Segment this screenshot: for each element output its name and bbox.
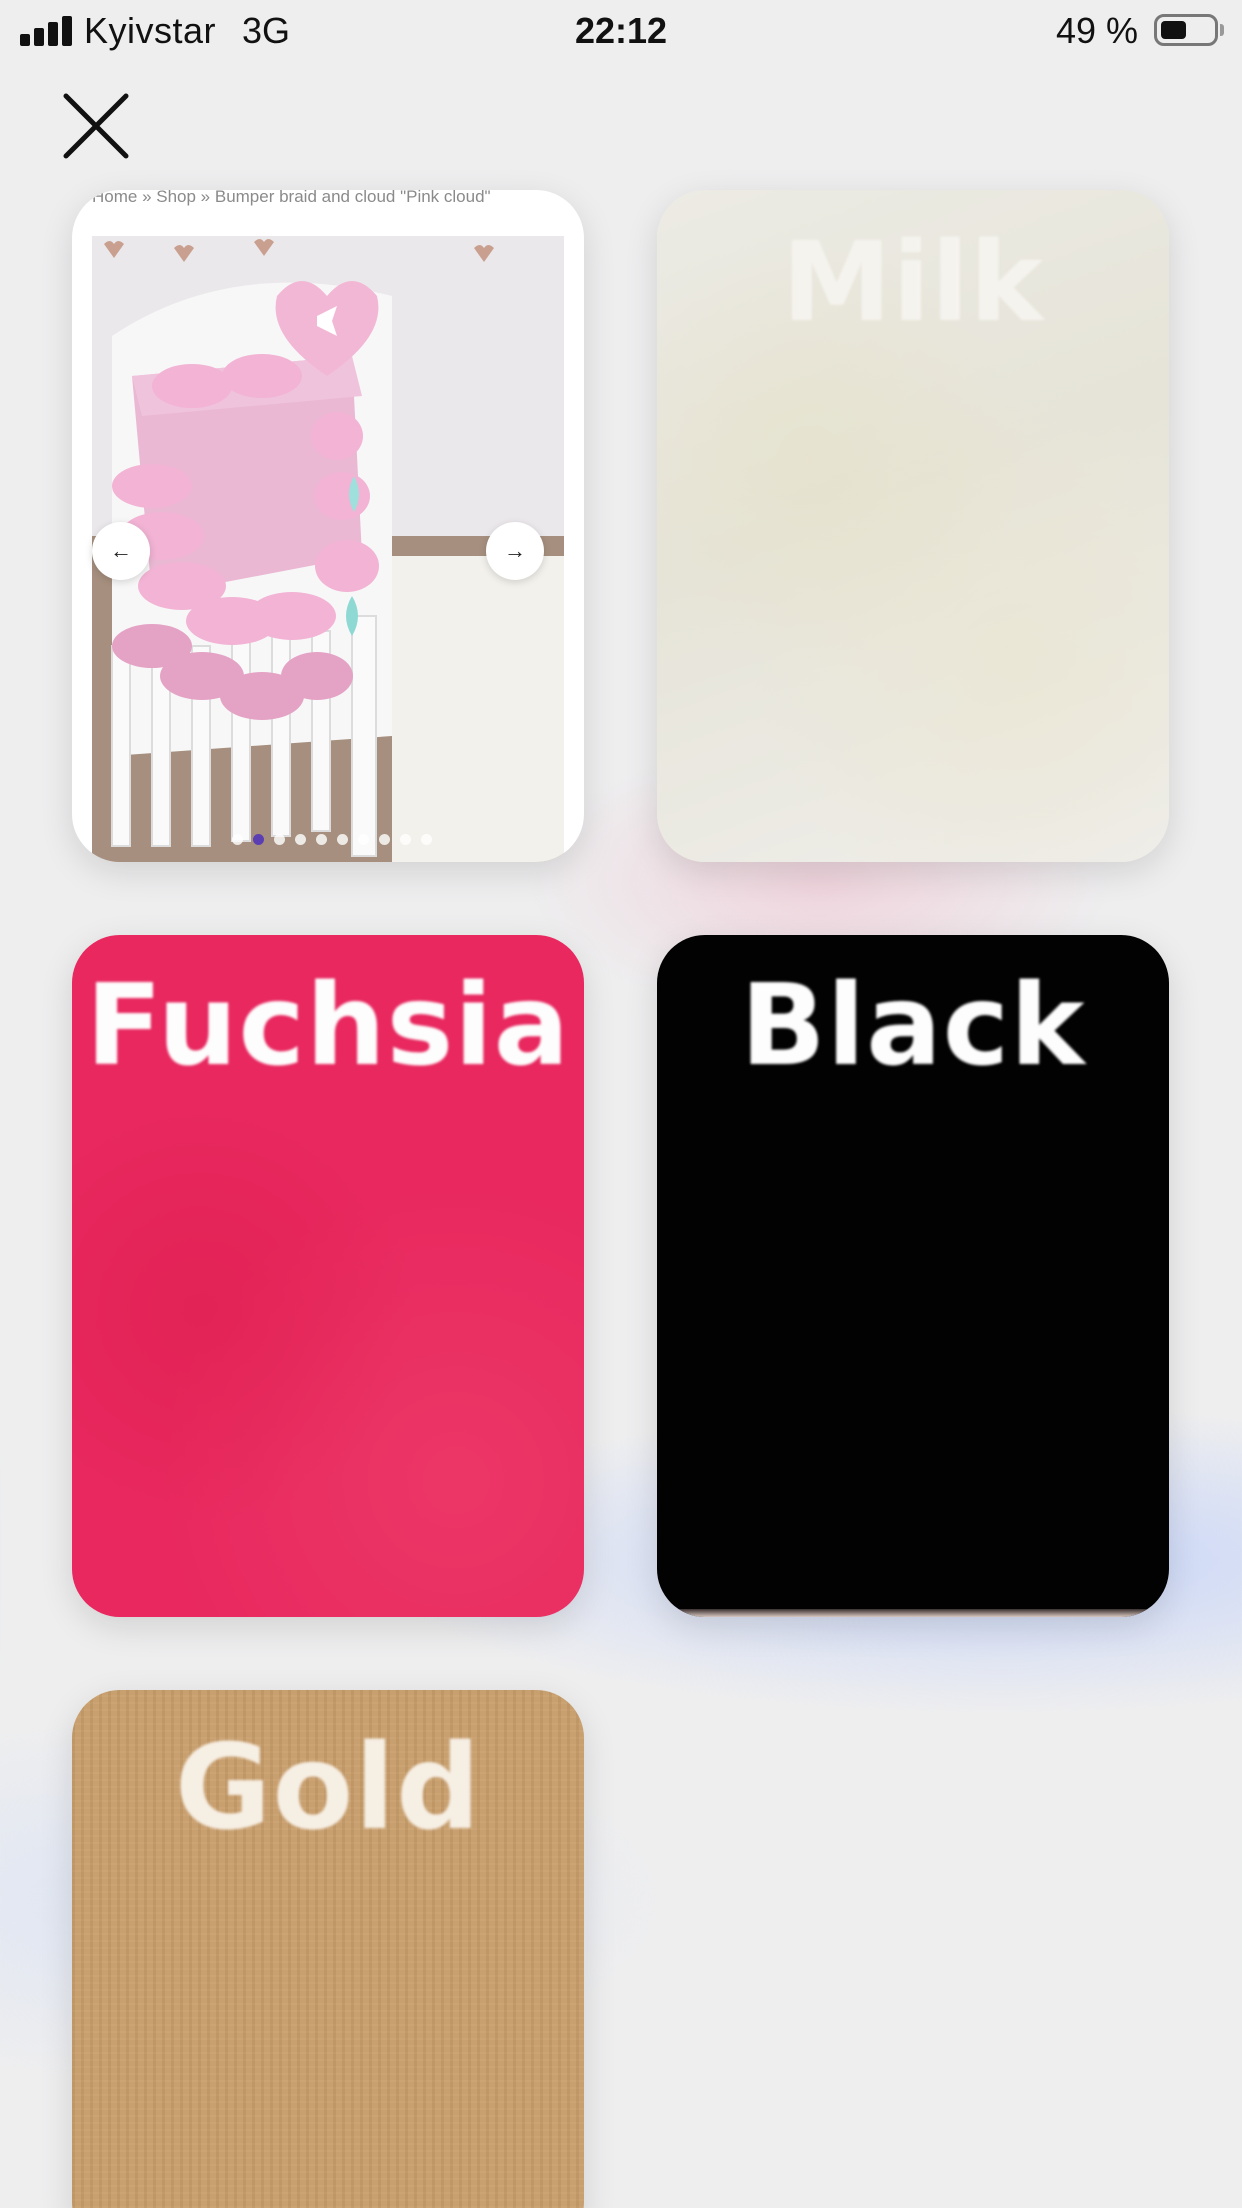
carousel-dot[interactable] — [274, 834, 285, 845]
close-button[interactable] — [60, 90, 132, 162]
swatch-gold[interactable]: Gold — [72, 1690, 584, 2208]
arrow-right-icon: → — [504, 538, 526, 563]
carousel-dot[interactable] — [379, 834, 390, 845]
arrow-left-icon: ← — [110, 538, 132, 563]
carousel-dot[interactable] — [358, 834, 369, 845]
carousel-dot[interactable] — [337, 834, 348, 845]
swatch-milk[interactable]: Milk — [657, 190, 1169, 862]
carousel-dots — [232, 834, 432, 846]
swatch-label: Gold — [174, 1718, 482, 1856]
battery-cap — [1220, 24, 1224, 36]
battery-percent: 49 % — [1056, 10, 1139, 51]
swatch-label: Fuchsia — [85, 961, 571, 1091]
carousel-dot[interactable] — [232, 834, 243, 845]
next-slide-button[interactable]: → — [486, 522, 544, 580]
swatch-label: Black — [740, 961, 1086, 1091]
breadcrumb: Home » Shop » Bumper braid and cloud "Pi… — [92, 190, 491, 206]
carousel-dot[interactable] — [421, 834, 432, 845]
swatch-label: Milk — [781, 218, 1045, 346]
prev-slide-button[interactable]: ← — [92, 522, 150, 580]
product-preview-card[interactable]: Home » Shop » Bumper braid and cloud "Pi… — [72, 190, 584, 862]
status-bar: Kyivstar 3G 22:12 49 % — [0, 0, 1242, 64]
carousel-dot[interactable] — [316, 834, 327, 845]
carousel-dot[interactable] — [295, 834, 306, 845]
swatch-black[interactable]: Black — [657, 935, 1169, 1617]
close-icon — [63, 93, 129, 159]
carousel-dot[interactable] — [253, 834, 264, 845]
carousel-dot[interactable] — [400, 834, 411, 845]
swatch-fuchsia[interactable]: Fuchsia — [72, 935, 584, 1617]
swatch-edge — [657, 1609, 1169, 1617]
battery-icon — [1154, 14, 1218, 46]
